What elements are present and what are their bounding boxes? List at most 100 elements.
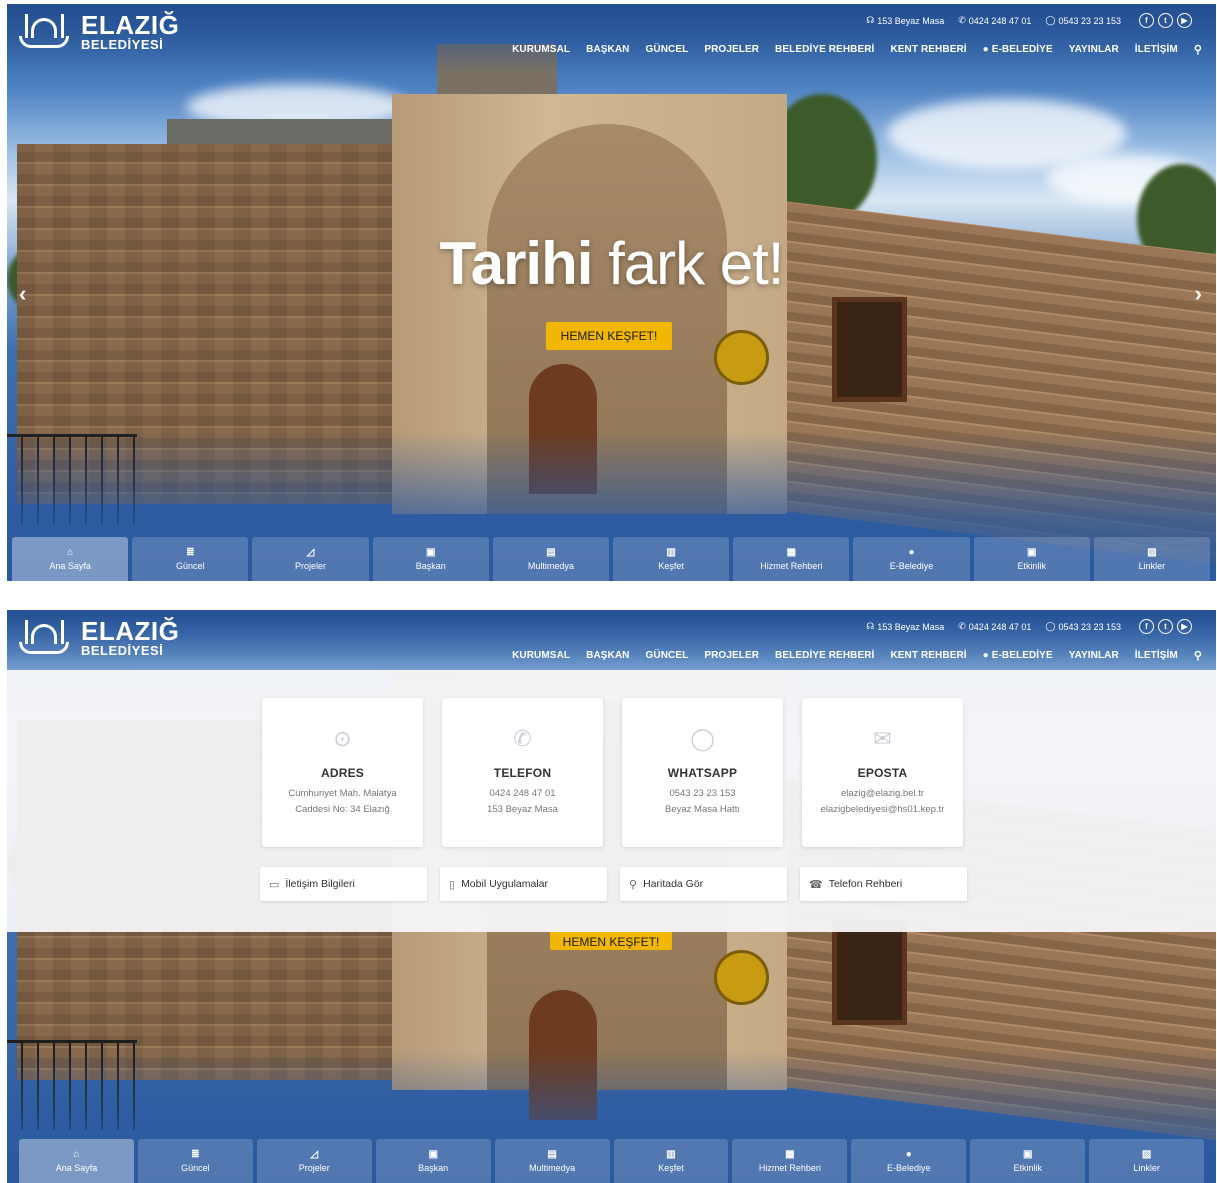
contact-dropdown-panel: ⊙ ADRES Cumhuriyet Mah. Malatya Caddesi N… (7, 670, 1216, 932)
search-icon[interactable]: ⚲ (1194, 43, 1202, 56)
quick-access-bar: ⌂ Ana Sayfa ≣ Güncel ◿ Projeler ▣ Başkan ▤ Mu… (12, 537, 1211, 581)
slider-prev-icon[interactable]: ‹ (19, 281, 26, 307)
link-iletisim-bilgileri[interactable]: ▭ İletişim Bilgileri (260, 867, 427, 901)
whatsapp-icon: ◯ (1045, 621, 1056, 631)
facebook-icon[interactable]: f (1139, 13, 1154, 28)
contact-card-eposta[interactable]: ✉ EPOSTA elazig@elazig.bel.tr elazigbeled… (802, 698, 963, 847)
link-icon: ▨ (1147, 546, 1157, 558)
pen-icon: ◿ (306, 546, 315, 558)
nav-yayinlar[interactable]: YAYINLAR (1069, 650, 1119, 661)
nav-guncel[interactable]: GÜNCEL (646, 44, 689, 55)
nav-yayinlar[interactable]: YAYINLAR (1069, 44, 1119, 55)
phone-link[interactable]: ✆ 0424 248 47 01 (958, 15, 1031, 26)
tile-hizmet-rehberi[interactable]: ▦ Hizmet Rehberi (732, 1139, 848, 1183)
twitter-icon[interactable]: t (1158, 619, 1173, 634)
tile-kesfet[interactable]: ▥ Keşfet (613, 1139, 729, 1183)
social-links: f t ▶ (1139, 619, 1192, 634)
facebook-icon[interactable]: f (1139, 619, 1154, 634)
contact-card-icon: ▭ (269, 878, 280, 891)
whatsapp-link[interactable]: ◯ 0543 23 23 153 (1045, 621, 1121, 632)
nav-kurumsal[interactable]: KURUMSAL (512, 650, 570, 661)
home-icon: ⌂ (73, 1148, 80, 1160)
telephone-icon: ☎ (809, 878, 823, 891)
tile-multimedya[interactable]: ▤ Multimedya (492, 537, 610, 581)
social-links: f t ▶ (1139, 13, 1192, 28)
nav-projeler[interactable]: PROJELER (704, 650, 759, 661)
tile-ana-sayfa[interactable]: ⌂ Ana Sayfa (12, 537, 129, 581)
phone-link[interactable]: ✆ 0424 248 47 01 (958, 621, 1031, 632)
site-logo[interactable]: ELAZIĞ BELEDİYESİ (13, 618, 179, 657)
tile-ana-sayfa[interactable]: ⌂ Ana Sayfa (19, 1139, 134, 1183)
tile-linkler[interactable]: ▨ Linkler (1089, 1139, 1205, 1183)
tile-baskan[interactable]: ▣ Başkan (375, 1139, 491, 1183)
nav-belediye-rehberi[interactable]: BELEDİYE REHBERİ (775, 650, 874, 661)
tile-baskan[interactable]: ▣ Başkan (372, 537, 489, 581)
youtube-icon[interactable]: ▶ (1177, 13, 1192, 28)
phone-icon: ✆ (958, 15, 966, 25)
beyaz-masa-link[interactable]: ☊ 153 Beyaz Masa (866, 621, 944, 632)
slider-next-icon[interactable]: › (1195, 281, 1202, 307)
tile-etkinlik[interactable]: ▣ Etkinlik (973, 537, 1090, 581)
mail-icon: ✉ (873, 726, 892, 751)
mobile-icon: ▯ (449, 878, 456, 891)
nav-baskan[interactable]: BAŞKAN (586, 650, 629, 661)
link-haritada-gor[interactable]: ⚲ Haritada Gör (620, 867, 787, 901)
calendar-icon: ▣ (1022, 1148, 1033, 1160)
mosque-logo-icon (13, 619, 75, 656)
contact-card-adres[interactable]: ⊙ ADRES Cumhuriyet Mah. Malatya Caddesi N… (262, 698, 423, 847)
hero-cta-button[interactable]: HEMEN KEŞFET! (550, 932, 672, 950)
youtube-icon[interactable]: ▶ (1177, 619, 1192, 634)
mosque-logo-icon (13, 13, 75, 50)
nav-kurumsal[interactable]: KURUMSAL (512, 44, 570, 55)
nav-e-belediye[interactable]: ● E-BELEDİYE (983, 44, 1053, 55)
search-icon[interactable]: ⚲ (1194, 649, 1202, 662)
homepage-contact-frame: HEMEN KEŞFET! ELAZIĞ BELEDİYESİ ☊ 153 Bey… (7, 610, 1216, 1183)
card-text: 0543 23 23 153 Beyaz Masa Hattı (665, 788, 740, 815)
contact-card-whatsapp[interactable]: ◯ WHATSAPP 0543 23 23 153 Beyaz Masa Hatt… (622, 698, 783, 847)
check-badge-icon: ● (905, 1148, 912, 1160)
tile-linkler[interactable]: ▨ Linkler (1093, 537, 1211, 581)
beyaz-masa-link[interactable]: ☊ 153 Beyaz Masa (866, 15, 944, 26)
nav-e-belediye[interactable]: ● E-BELEDİYE (983, 650, 1053, 661)
site-logo[interactable]: ELAZIĞ BELEDİYESİ (13, 12, 179, 51)
nav-belediye-rehberi[interactable]: BELEDİYE REHBERİ (775, 44, 874, 55)
book-icon: ▦ (785, 1148, 795, 1160)
news-icon: ≣ (186, 546, 195, 558)
profile-icon: ▣ (428, 1148, 438, 1160)
calendar-icon: ▣ (1027, 546, 1037, 558)
card-title: TELEFON (493, 766, 552, 780)
tile-guncel[interactable]: ≣ Güncel (137, 1139, 253, 1183)
card-text: 0424 248 47 01 153 Beyaz Masa (487, 788, 558, 815)
card-title: WHATSAPP (667, 766, 738, 780)
contact-card-telefon[interactable]: ✆ TELEFON 0424 248 47 01 153 Beyaz Masa (442, 698, 603, 847)
nav-kent-rehberi[interactable]: KENT REHBERİ (890, 44, 966, 55)
tile-e-belediye[interactable]: ● E-Belediye (853, 537, 970, 581)
tile-etkinlik[interactable]: ▣ Etkinlik (970, 1139, 1086, 1183)
top-contact-bar: ☊ 153 Beyaz Masa ✆ 0424 248 47 01 ◯ 0543 23… (866, 619, 1192, 634)
nav-kent-rehberi[interactable]: KENT REHBERİ (890, 650, 966, 661)
logo-name: ELAZIĞ (81, 10, 180, 40)
tile-guncel[interactable]: ≣ Güncel (132, 537, 249, 581)
nav-baskan[interactable]: BAŞKAN (586, 44, 629, 55)
tile-hizmet-rehberi[interactable]: ▦ Hizmet Rehberi (733, 537, 850, 581)
pen-icon: ◿ (310, 1148, 319, 1160)
tile-e-belediye[interactable]: ● E-Belediye (851, 1139, 967, 1183)
contact-cards: ⊙ ADRES Cumhuriyet Mah. Malatya Caddesi N… (262, 698, 963, 847)
twitter-icon[interactable]: t (1158, 13, 1173, 28)
tile-multimedya[interactable]: ▤ Multimedya (494, 1139, 610, 1183)
hero-cta-button[interactable]: HEMEN KEŞFET! (546, 322, 672, 350)
map-icon: ▥ (666, 1148, 676, 1160)
whatsapp-link[interactable]: ◯ 0543 23 23 153 (1045, 15, 1121, 26)
nav-iletisim[interactable]: İLETİŞİM (1135, 650, 1178, 661)
nav-iletisim[interactable]: İLETİŞİM (1135, 44, 1178, 55)
nav-guncel[interactable]: GÜNCEL (646, 650, 689, 661)
nav-projeler[interactable]: PROJELER (704, 44, 759, 55)
whatsapp-icon: ◯ (690, 726, 715, 751)
link-mobil-uygulamalar[interactable]: ▯ Mobil Uygulamalar (440, 867, 607, 901)
profile-icon: ▣ (425, 546, 436, 558)
check-badge-icon: ● (982, 650, 989, 661)
tile-projeler[interactable]: ◿ Projeler (256, 1139, 372, 1183)
link-telefon-rehberi[interactable]: ☎ Telefon Rehberi (800, 867, 967, 901)
tile-projeler[interactable]: ◿ Projeler (252, 537, 369, 581)
tile-kesfet[interactable]: ▥ Keşfet (613, 537, 730, 581)
